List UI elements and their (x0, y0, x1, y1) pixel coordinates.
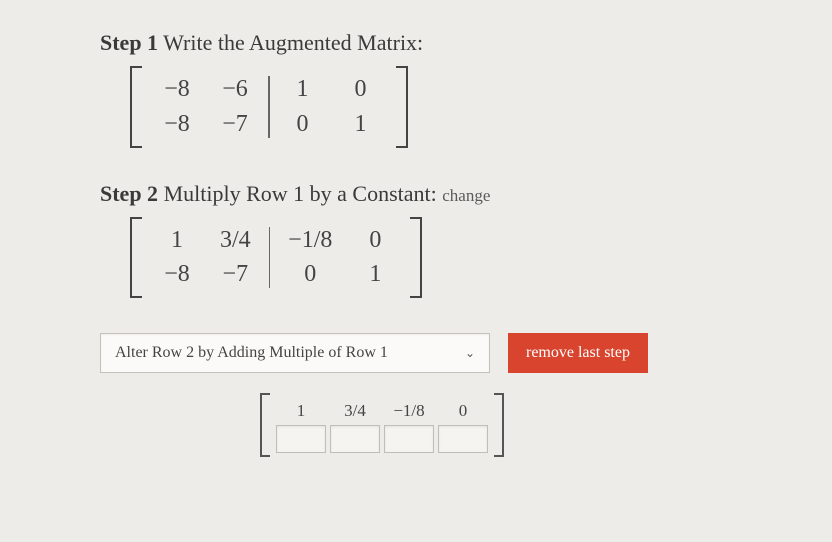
matrix-cell: −8 (148, 72, 206, 107)
change-link[interactable]: change (442, 186, 490, 205)
input-cell-static: 1 (276, 397, 326, 425)
input-matrix: 1 3/4 −1/8 0 (260, 393, 504, 457)
step-1-matrix: −8 −8 −6 −7 1 0 0 1 (130, 66, 408, 148)
step-2-matrix: 1 −8 3/4 −7 −1/8 0 0 1 (130, 217, 422, 299)
augment-separator (269, 227, 271, 289)
step-2-label: Step 2 (100, 181, 158, 206)
matrix-bracket-right (394, 66, 408, 148)
input-cell[interactable] (276, 425, 326, 453)
input-cell[interactable] (438, 425, 488, 453)
step-2-title: Multiply Row 1 by a Constant: (164, 181, 437, 206)
matrix-body: −8 −8 −6 −7 1 0 0 1 (144, 66, 394, 148)
matrix-cell: −8 (148, 107, 206, 142)
matrix-cell: −7 (206, 257, 264, 292)
remove-last-step-button[interactable]: remove last step (508, 333, 648, 373)
input-matrix-row-2 (276, 425, 488, 453)
matrix-cell: 0 (332, 72, 390, 107)
operation-dropdown[interactable]: Alter Row 2 by Adding Multiple of Row 1 … (100, 333, 490, 373)
matrix-bracket-right (408, 217, 422, 299)
input-matrix-body: 1 3/4 −1/8 0 (272, 393, 492, 457)
matrix-cell: 0 (346, 223, 404, 258)
matrix-bracket-right (492, 393, 504, 457)
input-cell-static: −1/8 (384, 397, 434, 425)
augment-separator (268, 76, 270, 138)
matrix-cell: 0 (274, 107, 332, 142)
dropdown-value: Alter Row 2 by Adding Multiple of Row 1 (115, 344, 388, 362)
input-cell[interactable] (384, 425, 434, 453)
matrix-cell: 1 (346, 257, 404, 292)
input-cell-static: 3/4 (330, 397, 380, 425)
step-1-header: Step 1 Write the Augmented Matrix: (100, 30, 732, 56)
matrix-cell: 3/4 (206, 223, 265, 258)
step-1-title: Write the Augmented Matrix: (163, 30, 423, 55)
step-2-block: Step 2 Multiply Row 1 by a Constant: cha… (100, 181, 732, 304)
matrix-bracket-left (130, 66, 144, 148)
matrix-cell: 0 (281, 257, 339, 292)
matrix-cell: 1 (274, 72, 332, 107)
matrix-cell: −6 (206, 72, 264, 107)
matrix-cell: 1 (148, 223, 206, 258)
input-matrix-row-1: 1 3/4 −1/8 0 (276, 397, 488, 425)
step-1-block: Step 1 Write the Augmented Matrix: −8 −8… (100, 30, 732, 153)
matrix-body: 1 −8 3/4 −7 −1/8 0 0 1 (144, 217, 408, 299)
matrix-bracket-left (130, 217, 144, 299)
chevron-down-icon: ⌄ (465, 346, 475, 361)
matrix-cell: −8 (148, 257, 206, 292)
matrix-cell: 1 (332, 107, 390, 142)
step-2-header: Step 2 Multiply Row 1 by a Constant: cha… (100, 181, 732, 207)
input-cell-static: 0 (438, 397, 488, 425)
matrix-cell: −1/8 (274, 223, 346, 258)
input-cell[interactable] (330, 425, 380, 453)
matrix-cell: −7 (206, 107, 264, 142)
matrix-bracket-left (260, 393, 272, 457)
controls-row: Alter Row 2 by Adding Multiple of Row 1 … (100, 333, 732, 373)
step-1-label: Step 1 (100, 30, 158, 55)
